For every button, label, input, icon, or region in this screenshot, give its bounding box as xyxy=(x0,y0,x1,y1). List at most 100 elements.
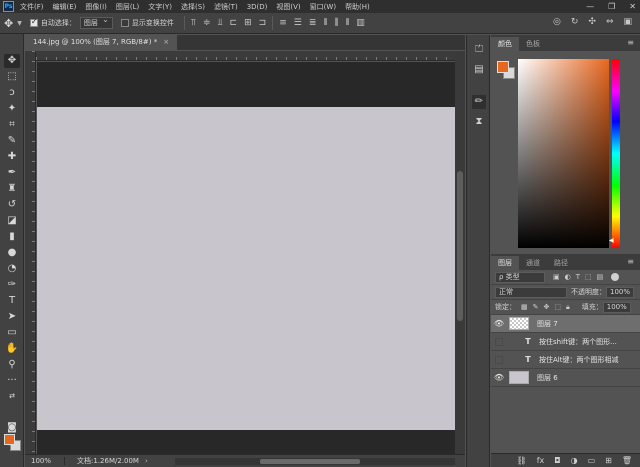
vertical-ruler[interactable] xyxy=(25,51,36,454)
tab-channels[interactable]: 通道 xyxy=(519,256,547,270)
status-menu-arrow-icon[interactable]: › xyxy=(145,457,148,465)
tab-paths[interactable]: 路径 xyxy=(547,256,575,270)
magic-wand-icon[interactable]: ✦ xyxy=(4,102,20,116)
distribute-hcenter-icon[interactable]: ⫼ xyxy=(334,18,338,28)
vertical-scrollbar[interactable] xyxy=(455,51,465,454)
auto-select-checkbox[interactable] xyxy=(29,17,38,27)
menu-3d[interactable]: 3D(D) xyxy=(247,3,268,11)
adjustment-icon[interactable]: ◑ xyxy=(571,456,578,465)
distribute-left-icon[interactable]: ⦀ xyxy=(323,18,327,28)
distribute-top-icon[interactable]: ≡ xyxy=(279,18,287,28)
align-vcenter-icon[interactable]: ≑ xyxy=(203,18,211,28)
layer-item[interactable]: T 按住Alt键：两个图形相减 xyxy=(491,351,640,369)
zoom-level[interactable]: 100% xyxy=(25,457,65,465)
filter-smart-object-icon[interactable]: ▤ xyxy=(597,273,604,281)
properties-panel-icon[interactable]: ▤ xyxy=(472,63,486,77)
fill-input[interactable]: 100% xyxy=(602,301,631,313)
menu-file[interactable]: 文件(F) xyxy=(20,2,44,12)
filter-type-icon[interactable]: T xyxy=(576,273,580,281)
clone-stamp-icon[interactable]: ♜ xyxy=(4,182,20,196)
align-left-icon[interactable]: ⊏ xyxy=(230,18,238,28)
mask-icon[interactable]: ◘ xyxy=(554,456,560,465)
close-button[interactable]: ✕ xyxy=(629,2,636,11)
gradient-tool-icon[interactable]: ▮ xyxy=(4,230,20,244)
layer-item[interactable]: 👁︎ 图层 7 xyxy=(491,315,640,333)
filter-pixel-icon[interactable]: ▣ xyxy=(553,273,560,281)
filter-adjustment-icon[interactable]: ◐ xyxy=(565,273,571,281)
auto-select-dropdown[interactable]: 图层 xyxy=(79,15,113,29)
align-bottom-icon[interactable]: ⫫ xyxy=(217,18,222,28)
align-hcenter-icon[interactable]: ⊞ xyxy=(244,18,252,28)
distribute-right-icon[interactable]: ⫴ xyxy=(345,18,349,28)
brush-settings-icon[interactable]: ✏ xyxy=(472,95,486,109)
3d-orbit-icon[interactable]: ◎ xyxy=(553,17,561,27)
menu-type[interactable]: 文字(Y) xyxy=(148,2,172,12)
hue-slider[interactable] xyxy=(612,59,620,248)
menu-image[interactable]: 图像(I) xyxy=(85,2,107,12)
canvas-workspace[interactable] xyxy=(37,62,455,454)
eyedropper-icon[interactable]: ✎ xyxy=(4,134,20,148)
menu-layer[interactable]: 图层(L) xyxy=(116,2,139,12)
quick-mask-icon[interactable]: ◙ xyxy=(4,421,20,435)
blend-mode-dropdown[interactable]: 正常 xyxy=(495,286,567,298)
horizontal-ruler[interactable] xyxy=(36,51,455,61)
minimize-button[interactable]: — xyxy=(586,2,594,11)
pen-tool-icon[interactable]: ✑ xyxy=(4,278,20,292)
auto-align-icon[interactable]: ▥ xyxy=(356,18,365,28)
panel-menu-icon[interactable]: ≡ xyxy=(627,38,634,47)
menu-edit[interactable]: 编辑(E) xyxy=(53,2,77,12)
adjustments-panel-icon[interactable]: ⧗ xyxy=(472,115,486,129)
lock-transparent-icon[interactable]: ▦ xyxy=(521,303,528,312)
filter-toggle[interactable] xyxy=(611,273,620,281)
layer-filter-dropdown[interactable]: ρ 类型 xyxy=(495,271,545,283)
3d-slide-icon[interactable]: ⇔ xyxy=(606,17,614,27)
move-tool-icon[interactable]: ✥ xyxy=(4,17,13,30)
hue-slider-handle-icon[interactable]: ◀ xyxy=(609,237,614,244)
lock-all-icon[interactable]: 🔒︎ xyxy=(566,303,570,312)
visibility-toggle[interactable] xyxy=(495,355,503,364)
tool-preset-chevron-icon[interactable]: ▼ xyxy=(17,20,22,27)
fx-icon[interactable]: fx xyxy=(537,456,545,465)
filter-shape-icon[interactable]: ⬚ xyxy=(585,273,592,281)
crop-tool-icon[interactable]: ⌗ xyxy=(4,118,20,132)
visibility-toggle[interactable] xyxy=(495,337,503,346)
menu-view[interactable]: 视图(V) xyxy=(276,2,300,12)
opacity-input[interactable]: 100% xyxy=(606,286,634,298)
show-transform-checkbox[interactable] xyxy=(120,19,129,27)
menu-filter[interactable]: 滤镜(T) xyxy=(214,2,238,12)
3d-roll-icon[interactable]: ↻ xyxy=(571,17,579,27)
menu-window[interactable]: 窗口(W) xyxy=(310,2,336,12)
align-right-icon[interactable]: ⊐ xyxy=(259,18,267,28)
trash-icon[interactable]: 🗑︎ xyxy=(622,456,632,465)
tab-swatches[interactable]: 色板 xyxy=(519,37,547,51)
group-icon[interactable]: ▭ xyxy=(588,456,596,465)
more-tools-icon[interactable]: ··· xyxy=(4,374,20,388)
lock-artboard-icon[interactable]: ⬚ xyxy=(554,303,561,312)
panel-menu-icon[interactable]: ≡ xyxy=(627,257,634,266)
foreground-color-swatch[interactable] xyxy=(4,434,15,445)
eraser-tool-icon[interactable]: ◪ xyxy=(4,214,20,228)
dodge-tool-icon[interactable]: ◔ xyxy=(4,262,20,276)
close-tab-icon[interactable]: × xyxy=(163,38,169,46)
history-brush-icon[interactable]: ↺ xyxy=(4,198,20,212)
foreground-color-swatch[interactable] xyxy=(497,61,509,73)
layer-item[interactable]: 👁︎ 图层 6 xyxy=(491,369,640,387)
vertical-scroll-thumb[interactable] xyxy=(457,171,463,321)
maximize-button[interactable]: ❐ xyxy=(608,2,615,11)
menu-help[interactable]: 帮助(H) xyxy=(345,2,370,12)
lock-pixels-icon[interactable]: ✎ xyxy=(533,303,539,312)
new-layer-icon[interactable]: ⊞ xyxy=(605,456,612,465)
history-panel-icon[interactable]: ⏍ xyxy=(472,43,486,57)
horizontal-scroll-thumb[interactable] xyxy=(260,459,360,464)
hand-tool-icon[interactable]: ✋ xyxy=(4,342,20,356)
lasso-tool-icon[interactable]: ↄ xyxy=(4,86,20,100)
3d-pan-icon[interactable]: ✣ xyxy=(588,17,596,27)
path-selection-icon[interactable]: ➤ xyxy=(4,310,20,324)
visibility-eye-icon[interactable]: 👁︎ xyxy=(491,319,507,328)
layer-item[interactable]: T 按住shift键：两个图形... xyxy=(491,333,640,351)
image-canvas[interactable] xyxy=(37,107,455,430)
menu-select[interactable]: 选择(S) xyxy=(181,2,205,12)
move-tool-icon[interactable]: ✥ xyxy=(4,54,20,68)
3d-scale-icon[interactable]: ▣ xyxy=(623,17,632,27)
zoom-tool-icon[interactable]: ⚲ xyxy=(4,358,20,372)
